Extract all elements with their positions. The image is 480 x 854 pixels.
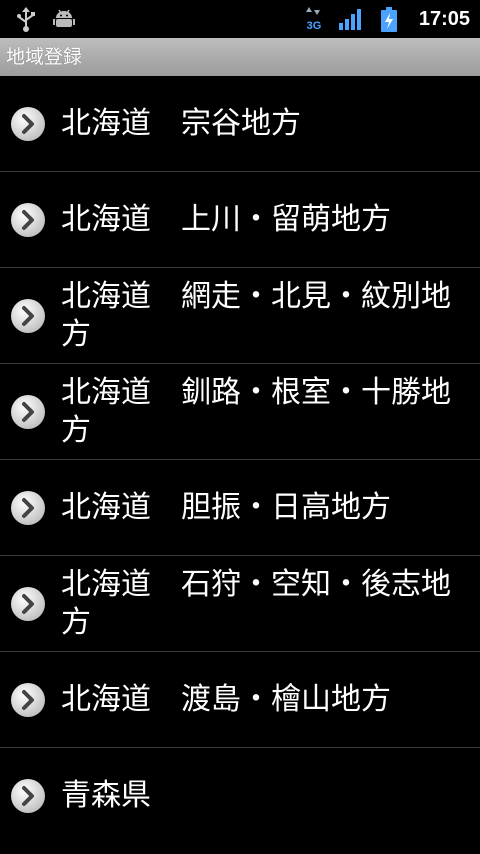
list-item-kamikawa-rumoi[interactable]: 北海道 上川・留萌地方 <box>0 172 480 268</box>
page-title: 地域登録 <box>6 46 83 68</box>
list-item-label: 北海道 宗谷地方 <box>61 105 301 141</box>
chevron-right-icon <box>10 586 46 622</box>
list-item-iburi-hidaka[interactable]: 北海道 胆振・日高地方 <box>0 460 480 556</box>
3g-data-icon: 3G <box>303 7 325 37</box>
debug-icon <box>52 7 76 35</box>
chevron-right-icon <box>10 490 46 526</box>
chevron-right-icon <box>10 106 46 142</box>
chevron-right-icon <box>10 202 46 238</box>
list-item-soya[interactable]: 北海道 宗谷地方 <box>0 76 480 172</box>
list-item-label: 北海道 胆振・日高地方 <box>61 489 391 525</box>
list-item-label: 青森県 <box>61 778 151 813</box>
chevron-right-icon <box>10 682 46 718</box>
list-item-oshima-hiyama[interactable]: 北海道 渡島・檜山地方 <box>0 652 480 748</box>
region-list: 北海道 宗谷地方 北海道 上川・留萌地方 北海道 網走・北見・紋別地方 北海道 … <box>0 76 480 844</box>
svg-text:3G: 3G <box>307 20 322 32</box>
signal-icon <box>338 7 364 35</box>
chevron-right-icon <box>10 298 46 334</box>
list-item-aomori[interactable]: 青森県 <box>0 748 480 844</box>
list-item-label: 北海道 石狩・空知・後志地方 <box>61 566 451 640</box>
list-item-ishikari-sorachi-shiribeshi[interactable]: 北海道 石狩・空知・後志地方 <box>0 556 480 652</box>
chevron-right-icon <box>10 394 46 430</box>
list-item-label: 北海道 釧路・根室・十勝地方 <box>61 374 451 448</box>
list-item-label: 北海道 網走・北見・紋別地方 <box>61 278 451 352</box>
list-item-label: 北海道 渡島・檜山地方 <box>61 681 391 717</box>
app-title-bar: 地域登録 <box>0 38 480 76</box>
list-item-label: 北海道 上川・留萌地方 <box>61 201 391 237</box>
status-bar: 3G 17:05 <box>0 0 480 38</box>
chevron-right-icon <box>10 778 46 814</box>
list-item-abashiri-kitami-monbetsu[interactable]: 北海道 網走・北見・紋別地方 <box>0 268 480 364</box>
battery-charging-icon <box>379 7 399 37</box>
usb-icon <box>14 7 38 37</box>
status-clock: 17:05 <box>418 8 470 30</box>
list-item-kushiro-nemuro-tokachi[interactable]: 北海道 釧路・根室・十勝地方 <box>0 364 480 460</box>
